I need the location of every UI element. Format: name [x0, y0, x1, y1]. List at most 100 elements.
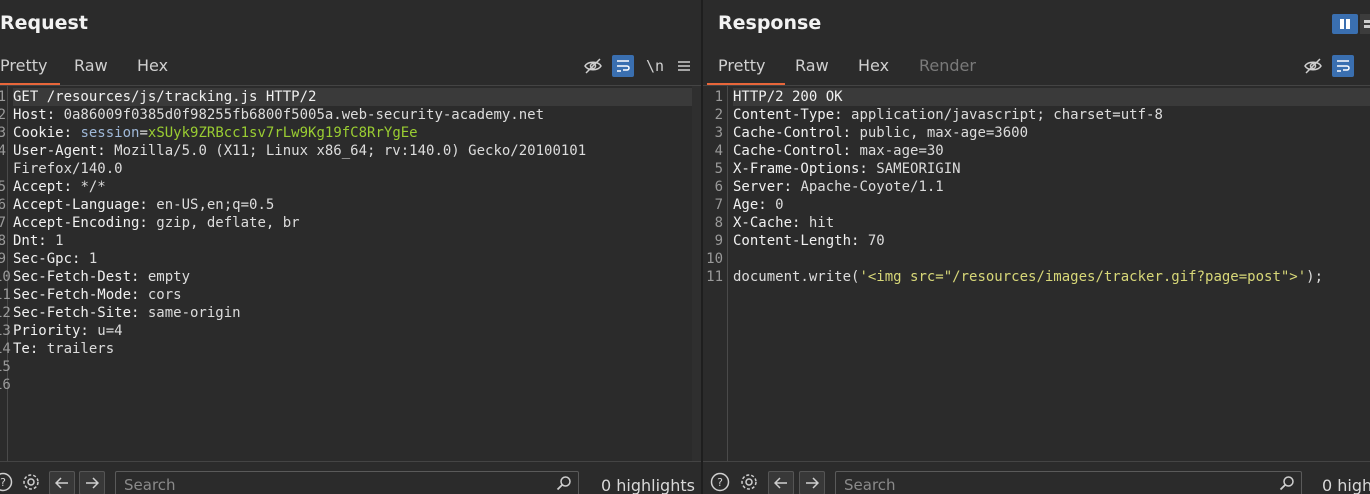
line-number: 6 [0, 197, 6, 213]
line-number: 7 [0, 215, 6, 231]
help-icon[interactable]: ? [709, 471, 731, 493]
line-number: 5 [714, 161, 723, 177]
response-tab-pretty[interactable]: Pretty [718, 56, 765, 75]
request-title: Request [0, 12, 88, 34]
line-number: 5 [0, 179, 6, 195]
code-token: GET /resources/js/tracking.js HTTP/2 [13, 89, 317, 105]
settings-gear-icon[interactable] [738, 471, 760, 493]
hide-nonprinting-icon[interactable] [582, 55, 604, 77]
response-tab-render[interactable]: Render [919, 56, 976, 75]
line-number: 9 [714, 233, 723, 249]
line-number: 11 [706, 269, 723, 285]
line-number: 8 [0, 233, 6, 249]
code-token: 0a86009f0385d0f98255fb6800f5005a.web-sec… [63, 107, 545, 123]
line-number: 4 [0, 143, 6, 159]
code-token: ); [1306, 269, 1324, 285]
layout-stacked-icon[interactable] [1360, 14, 1370, 34]
code-line: Sec-Fetch-Mode: cors [13, 286, 692, 304]
code-token: Sec-Gpc: [13, 251, 89, 267]
line-number: 10 [0, 269, 11, 285]
code-line: Cache-Control: max-age=30 [733, 142, 1370, 160]
response-editor[interactable]: 1 2 3 4 5 6 7 8 9 10 11 HTTP/2 200 OK Content-Type:… [703, 86, 1370, 462]
code-token: Age: [733, 197, 776, 213]
code-line: Host: 0a86009f0385d0f98255fb6800f5005a.w… [13, 106, 692, 124]
line-number: 4 [714, 143, 723, 159]
code-token: public, max-age=3600 [859, 125, 1029, 141]
code-token: Cookie: [13, 125, 81, 141]
line-number: 10 [706, 251, 723, 267]
code-line: Cookie: session=xSUyk9ZRBcc1sv7rLw9Kg19f… [13, 124, 692, 142]
code-line: Firefox/140.0 [13, 160, 692, 178]
request-search-placeholder: Search [124, 476, 176, 494]
response-tabs: Pretty Raw Hex Render [703, 54, 1370, 86]
previous-match-button[interactable] [768, 471, 794, 494]
code-token: Firefox/140.0 [13, 161, 123, 177]
line-number: 2 [0, 107, 6, 123]
code-token: User-Agent: [13, 143, 115, 159]
menu-icon[interactable] [673, 55, 695, 77]
response-panel: Response Pretty Raw Hex Render 1 2 3 4 5 6 7 8 9… [703, 0, 1370, 494]
next-match-button[interactable] [799, 471, 825, 494]
code-token: trailers [46, 341, 115, 357]
request-editor[interactable]: 12345678910111213141516 GET /resources/j… [0, 86, 702, 462]
line-number: 2 [714, 107, 723, 123]
code-line: X-Frame-Options: SAMEORIGIN [733, 160, 1370, 178]
request-tab-raw[interactable]: Raw [74, 56, 108, 75]
line-number: 1 [714, 89, 723, 105]
response-tab-raw[interactable]: Raw [795, 56, 829, 75]
help-icon[interactable]: ? [0, 471, 14, 493]
request-tab-hex[interactable]: Hex [137, 56, 168, 75]
svg-text:?: ? [717, 476, 723, 489]
code-token: Sec-Fetch-Mode: [13, 287, 148, 303]
layout-split-icon[interactable] [1332, 14, 1358, 34]
code-token: 0 [775, 197, 784, 213]
request-search-input[interactable]: Search [115, 471, 579, 494]
code-token: Mozilla/5.0 (X11; Linux x86_64; rv:140.0… [114, 143, 587, 159]
code-token: Content-Type: [733, 107, 852, 123]
previous-match-button[interactable] [49, 471, 75, 494]
request-tab-pretty[interactable]: Pretty [0, 56, 47, 75]
code-token: X-Frame-Options: [733, 161, 877, 177]
code-line: document.write('<img src="/resources/ima… [733, 268, 1370, 286]
word-wrap-icon[interactable] [612, 55, 634, 77]
request-bottom-bar: ? Search 0 highlights [0, 461, 702, 494]
code-line: Cache-Control: public, max-age=3600 [733, 124, 1370, 142]
search-icon [1279, 475, 1295, 494]
settings-gear-icon[interactable] [20, 471, 42, 493]
code-token: u=4 [97, 323, 123, 339]
word-wrap-icon[interactable] [1332, 55, 1354, 77]
request-highlights-count: 0 highlights [601, 476, 695, 494]
line-number: 8 [714, 215, 723, 231]
search-icon [556, 475, 572, 494]
line-number [0, 160, 6, 178]
code-line: Accept-Encoding: gzip, deflate, br [13, 214, 692, 232]
code-line: Priority: u=4 [13, 322, 692, 340]
code-token: Dnt: [13, 233, 56, 249]
response-tab-hex[interactable]: Hex [858, 56, 889, 75]
code-token: Priority: [13, 323, 98, 339]
hide-nonprinting-icon[interactable] [1302, 55, 1324, 77]
code-line: Te: trailers [13, 340, 692, 358]
request-line-gutter: 12345678910111213141516 [0, 86, 11, 462]
line-number: 14 [0, 341, 11, 357]
code-token: hit [808, 215, 835, 231]
response-highlights-count: 0 highlights [1322, 476, 1370, 494]
response-bottom-bar: ? Search 0 highlights [703, 461, 1370, 494]
show-newlines-icon[interactable]: \n [644, 55, 666, 77]
code-token: Apache-Coyote/1.1 [800, 179, 944, 195]
line-number: 16 [0, 377, 11, 393]
code-token: gzip, deflate, br [156, 215, 300, 231]
code-line: Sec-Fetch-Site: same-origin [13, 304, 692, 322]
line-number: 15 [0, 359, 11, 375]
svg-text:?: ? [0, 476, 6, 489]
code-token: empty [147, 269, 191, 285]
code-token: same-origin [147, 305, 241, 321]
next-match-button[interactable] [79, 471, 105, 494]
code-token: Sec-Fetch-Site: [13, 305, 148, 321]
code-line: GET /resources/js/tracking.js HTTP/2 [13, 88, 692, 106]
response-search-input[interactable]: Search [835, 471, 1302, 494]
code-token: HTTP/2 200 OK [733, 89, 843, 105]
code-token: Sec-Fetch-Dest: [13, 269, 148, 285]
